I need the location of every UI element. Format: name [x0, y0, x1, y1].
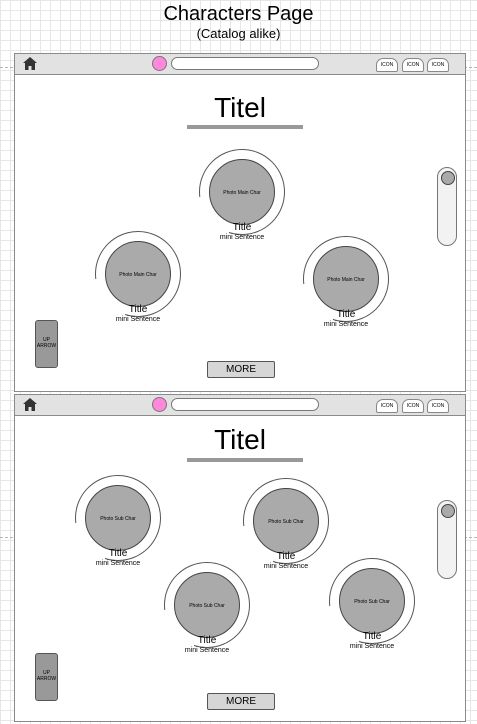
card-subtitle: mini Sentence [349, 643, 395, 650]
more-button[interactable]: MORE [207, 361, 275, 378]
up-arrow-button[interactable]: UP ARROW [35, 653, 58, 701]
card-subtitle: mini Sentence [323, 321, 369, 328]
character-photo[interactable]: Photo Main Char [313, 246, 379, 312]
card-title: Title [232, 222, 252, 233]
icon-button-1[interactable]: ICON [376, 399, 398, 413]
character-photo[interactable]: Photo Sub Char [339, 568, 405, 634]
title-underline [187, 125, 303, 129]
card-title: Title [128, 304, 148, 315]
card-title: Title [362, 631, 382, 642]
card-title: Title [197, 635, 217, 646]
scroll-thumb[interactable] [441, 171, 455, 185]
vertical-scrollbar[interactable] [437, 167, 457, 246]
character-photo[interactable]: Photo Sub Char [85, 485, 151, 551]
top-bar: ICON ICON ICON [15, 395, 465, 416]
up-arrow-button[interactable]: UP ARROW [35, 320, 58, 368]
character-photo[interactable]: Photo Main Char [209, 159, 275, 225]
scroll-thumb[interactable] [441, 504, 455, 518]
icon-button-1[interactable]: ICON [376, 58, 398, 72]
card-title: Title [108, 548, 128, 559]
icon-button-3[interactable]: ICON [427, 399, 449, 413]
home-icon[interactable] [23, 57, 37, 70]
icon-button-3[interactable]: ICON [427, 58, 449, 72]
icon-button-2[interactable]: ICON [402, 399, 424, 413]
title-underline [187, 458, 303, 462]
wireframe-sub-characters: ICON ICON ICON Titel Photo Sub Char Titl… [14, 394, 466, 722]
vertical-scrollbar[interactable] [437, 500, 457, 579]
status-dot[interactable] [152, 56, 167, 71]
character-photo[interactable]: Photo Sub Char [253, 488, 319, 554]
card-title: Title [336, 309, 356, 320]
card-subtitle: mini Sentence [115, 316, 161, 323]
search-input[interactable] [171, 57, 319, 70]
card-subtitle: mini Sentence [219, 234, 265, 241]
status-dot[interactable] [152, 397, 167, 412]
home-icon[interactable] [23, 398, 37, 411]
top-bar: ICON ICON ICON [15, 54, 465, 75]
character-photo[interactable]: Photo Main Char [105, 241, 171, 307]
section-title: Titel [214, 424, 266, 455]
search-input[interactable] [171, 398, 319, 411]
card-subtitle: mini Sentence [184, 647, 230, 654]
page-subtitle: (Catalog alike) [196, 26, 281, 41]
icon-button-2[interactable]: ICON [402, 58, 424, 72]
more-button[interactable]: MORE [207, 693, 275, 710]
card-subtitle: mini Sentence [263, 563, 309, 570]
card-title: Title [276, 551, 296, 562]
page-title: Characters Page [163, 3, 314, 25]
wireframe-main-characters: ICON ICON ICON Titel Photo Main Char Tit… [14, 53, 466, 392]
card-subtitle: mini Sentence [95, 560, 141, 567]
section-title: Titel [214, 92, 266, 123]
character-photo[interactable]: Photo Sub Char [174, 572, 240, 638]
